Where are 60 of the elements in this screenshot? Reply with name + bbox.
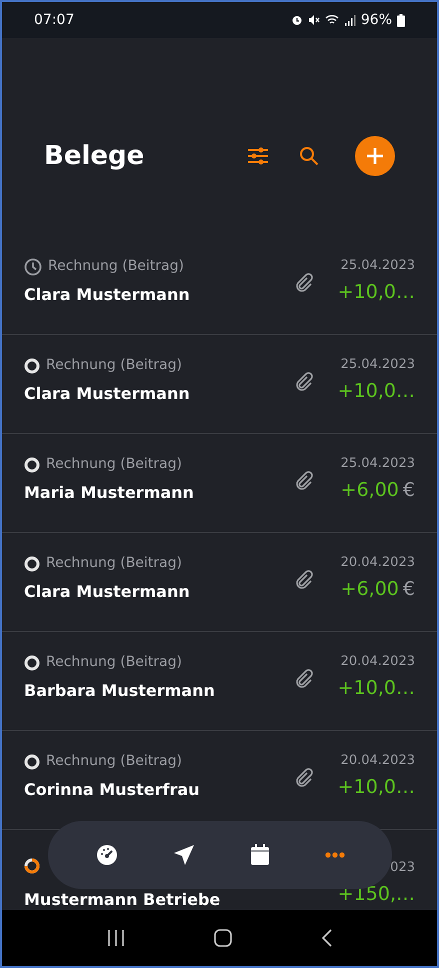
- currency-symbol: €: [402, 478, 415, 502]
- signal-icon: [344, 14, 356, 26]
- filter-button[interactable]: [247, 147, 269, 165]
- paper-plane-icon[interactable]: [172, 844, 194, 866]
- ring-icon: [24, 654, 40, 670]
- paperclip-icon[interactable]: [293, 272, 315, 294]
- receipt-type: Rechnung (Beitrag): [46, 752, 182, 771]
- ring-icon: [24, 358, 40, 374]
- receipt-date: 25.04.2023: [340, 257, 415, 275]
- receipt-name: Clara Mustermann: [24, 284, 190, 306]
- receipt-date: 023: [390, 859, 415, 877]
- receipt-date: 20.04.2023: [340, 554, 415, 572]
- ring-icon: [24, 556, 40, 572]
- receipt-amount: +6,00: [340, 478, 399, 502]
- receipt-amount: +10,0…: [338, 676, 415, 700]
- status-time: 07:07: [34, 10, 74, 30]
- receipt-name: Maria Mustermann: [24, 482, 194, 504]
- clock-icon: [24, 258, 42, 276]
- battery-percent: 96%: [360, 10, 392, 30]
- ring-icon: [24, 754, 40, 770]
- receipt-date: 25.04.2023: [340, 455, 415, 473]
- receipt-type: Rechnung (Beitrag): [46, 554, 182, 573]
- mute-icon: [308, 14, 320, 26]
- more-icon[interactable]: [324, 852, 344, 858]
- receipt-date: 20.04.2023: [340, 653, 415, 671]
- paperclip-icon[interactable]: [293, 668, 315, 690]
- battery-icon: [397, 14, 405, 26]
- ring-icon: [24, 456, 40, 472]
- plus-icon: [366, 147, 384, 165]
- gauge-icon[interactable]: [96, 844, 118, 866]
- receipt-name: Clara Mustermann: [24, 581, 190, 603]
- receipt-date: 25.04.2023: [340, 356, 415, 374]
- receipt-name: Corinna Musterfrau: [24, 779, 200, 801]
- currency-symbol: €: [402, 576, 415, 602]
- receipt-name: Mustermann Betriebe: [24, 889, 220, 911]
- receipt-type: Rechnung (Beitrag): [46, 455, 182, 474]
- paperclip-icon[interactable]: [293, 569, 315, 591]
- receipt-type: Rechnung (Beitrag): [46, 653, 182, 672]
- calendar-icon[interactable]: [250, 844, 270, 866]
- receipt-date: 20.04.2023: [340, 752, 415, 770]
- page-title: Belege: [44, 140, 144, 172]
- paperclip-icon[interactable]: [293, 470, 315, 492]
- paperclip-icon[interactable]: [293, 767, 315, 789]
- receipt-name: Clara Mustermann: [24, 383, 190, 405]
- home-icon[interactable]: [214, 929, 232, 947]
- receipt-amount: +10,0…: [338, 774, 415, 800]
- receipt-amount: +10,0…: [338, 280, 415, 304]
- receipt-amount: +6,00: [340, 576, 399, 602]
- recents-icon[interactable]: [106, 930, 125, 946]
- paperclip-icon[interactable]: [293, 371, 315, 393]
- search-button[interactable]: [299, 146, 319, 166]
- alarm-icon: [290, 14, 303, 26]
- receipt-amount: +10,0…: [338, 378, 415, 404]
- progress-ring-icon: [24, 858, 40, 874]
- add-button[interactable]: [355, 136, 395, 176]
- receipt-name: Barbara Mustermann: [24, 680, 215, 702]
- back-icon[interactable]: [322, 929, 332, 947]
- wifi-icon: [324, 14, 339, 26]
- receipt-type: Rechnung (Beitrag): [48, 257, 184, 276]
- receipt-type: Rechnung (Beitrag): [46, 356, 182, 375]
